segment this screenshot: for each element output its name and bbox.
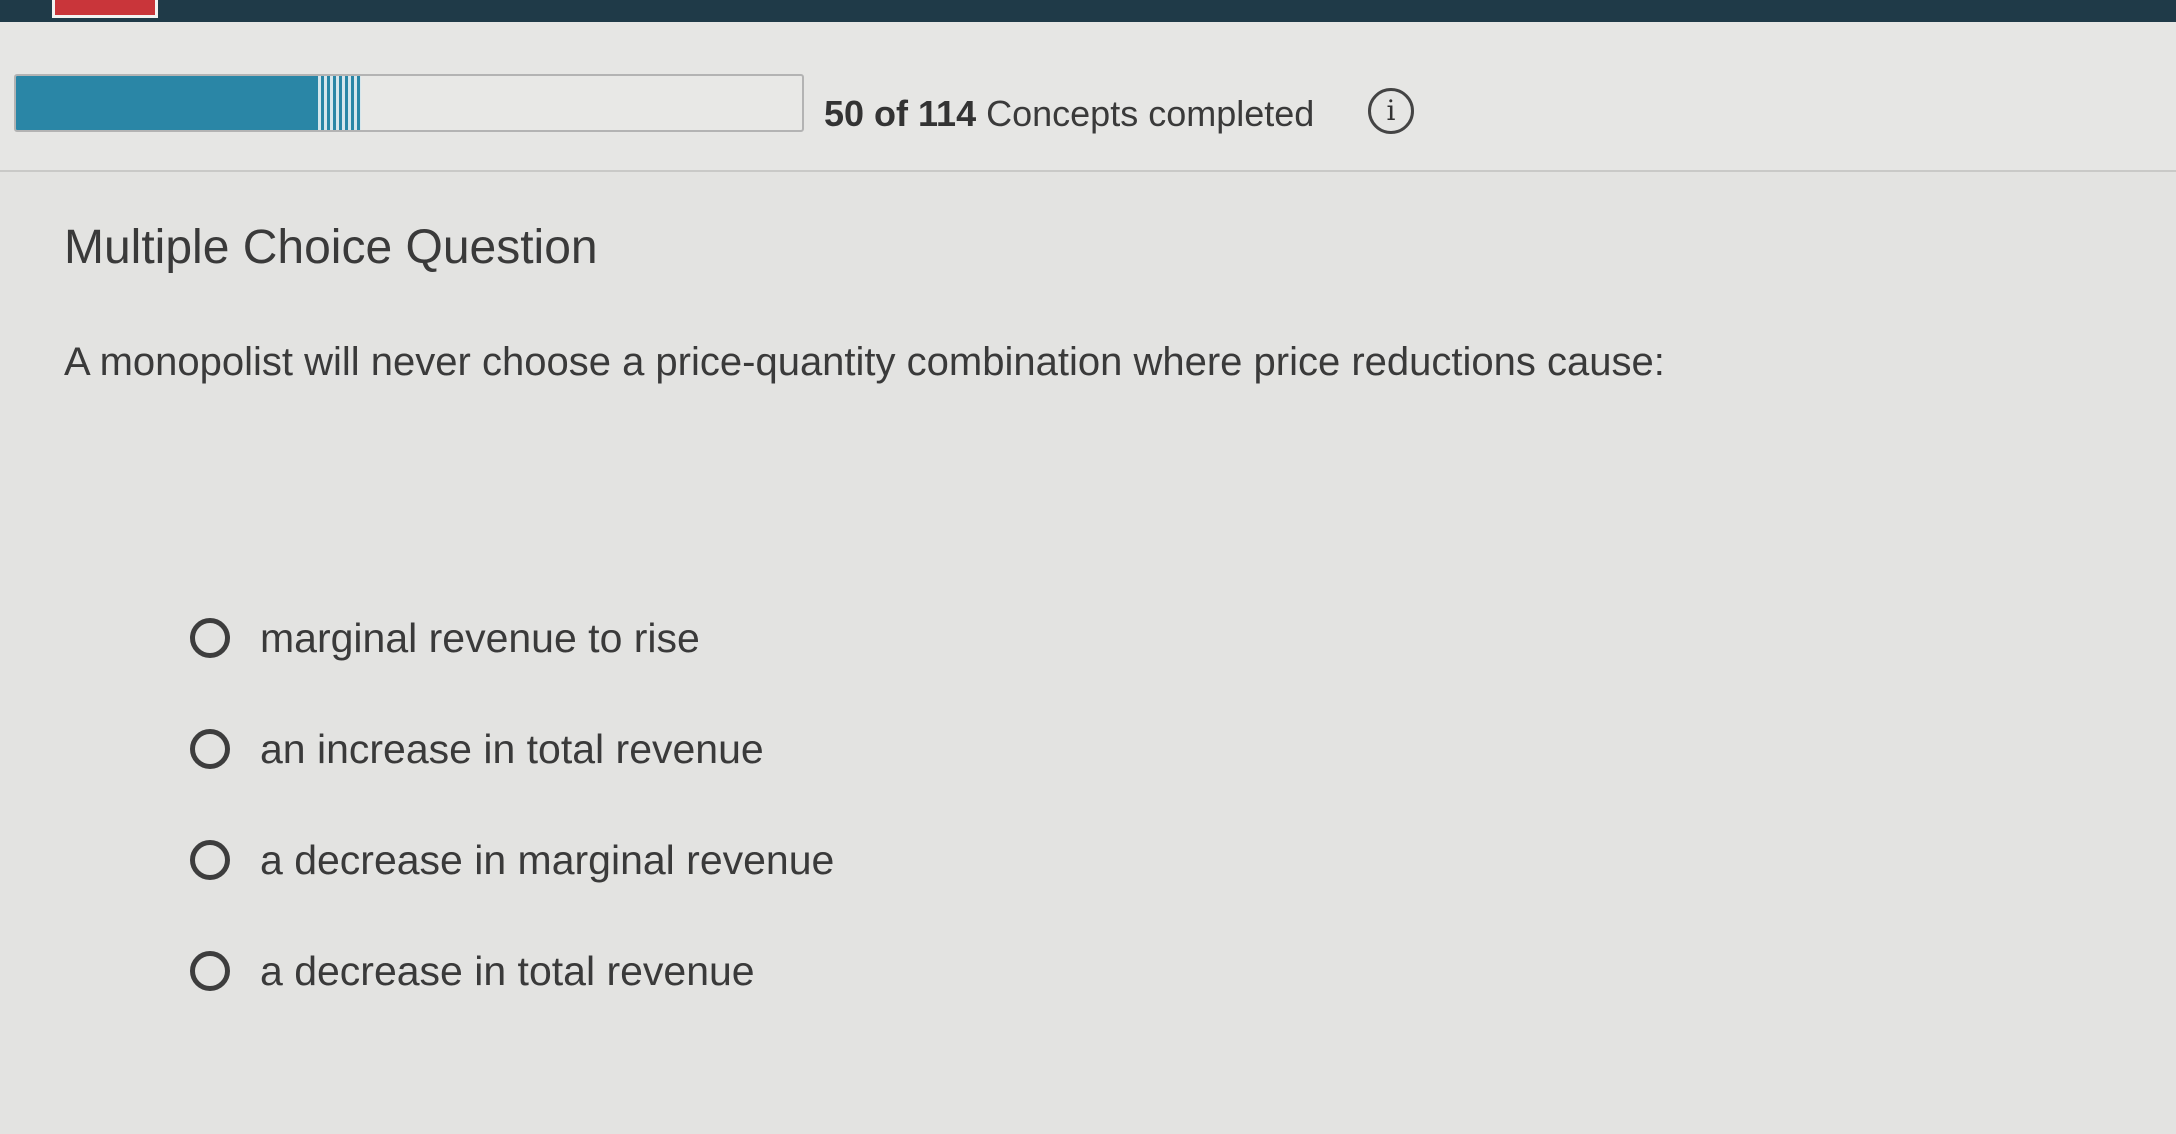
answer-option[interactable]: marginal revenue to rise — [190, 612, 1390, 723]
answer-option[interactable]: a decrease in marginal revenue — [190, 834, 1390, 945]
radio-button[interactable] — [190, 840, 230, 880]
brand-logo[interactable] — [52, 0, 158, 18]
radio-button[interactable] — [190, 951, 230, 991]
answer-options: marginal revenue to rise an increase in … — [190, 612, 1390, 1056]
answer-option-label[interactable]: a decrease in marginal revenue — [260, 834, 834, 886]
answer-option[interactable]: a decrease in total revenue — [190, 945, 1390, 1056]
radio-button[interactable] — [190, 618, 230, 658]
progress-bar-fill — [16, 76, 361, 130]
info-circle-icon[interactable]: i — [1368, 88, 1414, 134]
concept-progress-panel: 50 of 114 Concepts completed i — [0, 22, 2176, 172]
answer-option-label[interactable]: marginal revenue to rise — [260, 612, 700, 664]
radio-button[interactable] — [190, 729, 230, 769]
progress-suffix: Concepts completed — [976, 93, 1315, 134]
progress-count: 50 of 114 — [824, 93, 977, 134]
progress-bar-tick-marks — [314, 76, 361, 130]
answer-option-label[interactable]: a decrease in total revenue — [260, 945, 755, 997]
question-prompt: A monopolist will never choose a price-q… — [64, 340, 1665, 384]
answer-option[interactable]: an increase in total revenue — [190, 723, 1390, 834]
question-type-heading: Multiple Choice Question — [64, 221, 598, 274]
top-navigation-bar — [0, 0, 2176, 22]
answer-option-label[interactable]: an increase in total revenue — [260, 723, 764, 775]
progress-label: 50 of 114 Concepts completed — [824, 92, 1314, 136]
progress-bar — [14, 74, 804, 132]
